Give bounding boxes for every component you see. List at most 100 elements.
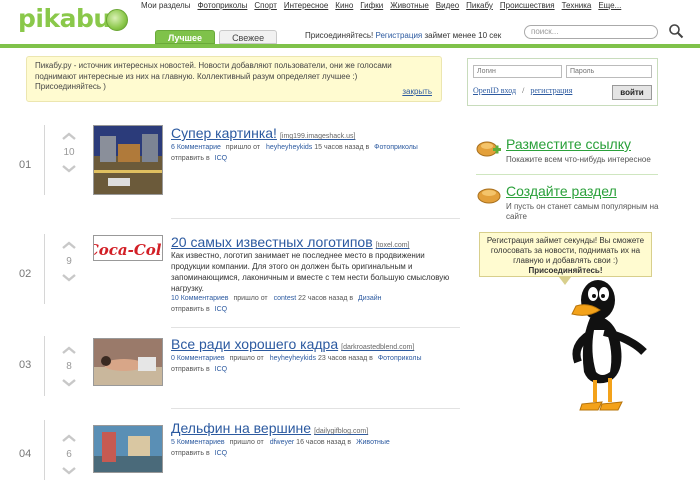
post-rank: 02 xyxy=(19,268,32,280)
login-button[interactable]: войти xyxy=(612,85,652,100)
send-label: отправить в xyxy=(171,450,210,457)
nav-gifs[interactable]: Гифки xyxy=(360,1,383,10)
send-label: отправить в xyxy=(171,366,210,373)
close-info-link[interactable]: закрыть xyxy=(402,87,432,98)
category-link[interactable]: Животные xyxy=(356,439,390,446)
vote-down-icon[interactable] xyxy=(62,274,76,282)
post-title-link[interactable]: Супер картинка! [img199.imageshack.us] xyxy=(171,125,355,141)
info-line-3: Присоединяйтесь ) xyxy=(35,82,106,91)
post-source: [img199.imageshack.us] xyxy=(279,133,356,140)
post-item: 02 9 Coca-Cola 20 самых известных логоти… xyxy=(0,234,460,328)
nav-photo-jokes[interactable]: Фотоприколы xyxy=(197,1,247,10)
send-icq-link[interactable]: ICQ xyxy=(215,450,227,457)
info-box: Пикабу.ру - источник интересных новостей… xyxy=(26,56,442,102)
post-title-link[interactable]: 20 самых известных логотипов [toxel.com] xyxy=(171,234,410,250)
vote-down-icon[interactable] xyxy=(62,467,76,475)
register-link[interactable]: Регистрация xyxy=(375,31,422,40)
login-box: OpenID вход / регистрация войти xyxy=(467,58,658,106)
create-section-subtitle: И пусть он станет самым популярным на са… xyxy=(506,202,659,221)
post-meta: 10 Комментариев пришло от contest 22 час… xyxy=(171,293,382,315)
nav-movies[interactable]: Кино xyxy=(335,1,353,10)
nav-my-sections[interactable]: Мои разделы xyxy=(141,1,190,10)
tab-fresh[interactable]: Свежее xyxy=(219,30,278,44)
nav-sport[interactable]: Спорт xyxy=(254,1,277,10)
vote-widget: 8 xyxy=(58,346,80,387)
tab-best[interactable]: Лучшее xyxy=(155,30,216,44)
post-separator xyxy=(171,327,460,328)
pikabu-logo[interactable]: pikabu xyxy=(18,4,128,34)
post-item: 03 8 Все ради хорошего кадра [darkroasted… xyxy=(0,336,460,416)
vote-up-icon[interactable] xyxy=(62,434,76,442)
vote-up-icon[interactable] xyxy=(62,132,76,140)
post-title: Дельфин на вершине xyxy=(171,420,312,436)
post-link-subtitle: Покажите всем что-нибудь интересное xyxy=(506,155,651,164)
duck-mascot-image xyxy=(571,280,647,411)
post-title: 20 самых известных логотипов xyxy=(171,234,373,250)
feed-tabs: Лучшее Свежее xyxy=(155,30,278,44)
nav-pikabu[interactable]: Пикабу xyxy=(466,1,493,10)
vote-up-icon[interactable] xyxy=(62,346,76,354)
post-rank: 03 xyxy=(19,359,32,371)
send-label: отправить в xyxy=(171,155,210,162)
sidebar-separator xyxy=(476,174,658,175)
post-title: Все ради хорошего кадра xyxy=(171,336,339,352)
post-thumbnail[interactable] xyxy=(93,338,163,386)
join-prefix: Присоединяйтесь! xyxy=(305,31,374,40)
send-icq-link[interactable]: ICQ xyxy=(215,366,227,373)
nav-animals[interactable]: Животные xyxy=(390,1,429,10)
registration-link[interactable]: регистрация xyxy=(530,86,572,95)
post-item: 04 6 Дельфин на вершине [dailygifblog.com… xyxy=(0,420,455,493)
category-link[interactable]: Дизайн xyxy=(358,295,382,302)
vote-up-icon[interactable] xyxy=(62,241,76,249)
password-field[interactable] xyxy=(566,65,652,78)
search-input[interactable]: поиск... xyxy=(524,25,658,39)
post-source: [darkroastedblend.com] xyxy=(341,344,415,351)
rank-divider xyxy=(44,125,45,195)
post-meta: 6 Комментарие пришло от heyheyheykids 15… xyxy=(171,142,418,164)
post-title-link[interactable]: Все ради хорошего кадра [darkroastedblend… xyxy=(171,336,414,352)
post-separator xyxy=(171,218,460,219)
author-link[interactable]: heyheyheykids xyxy=(270,355,316,362)
post-time: 23 часов назад в xyxy=(317,355,373,362)
nav-tech[interactable]: Техника xyxy=(562,1,592,10)
post-separator xyxy=(171,408,460,409)
login-links: OpenID вход / регистрация xyxy=(473,86,572,95)
nav-more[interactable]: Еще... xyxy=(598,1,621,10)
author-link[interactable]: dfweyer xyxy=(270,439,295,446)
author-link[interactable]: heyheyheykids xyxy=(266,144,312,151)
category-link[interactable]: Фотоприколы xyxy=(374,144,418,151)
openid-link[interactable]: OpenID вход xyxy=(473,86,516,95)
comments-link[interactable]: 6 Комментарие xyxy=(171,144,221,151)
nav-video[interactable]: Видео xyxy=(436,1,459,10)
post-meta: 5 Комментариев пришло от dfweyer 16 часо… xyxy=(171,437,390,459)
add-link-icon[interactable] xyxy=(476,138,502,158)
comments-link[interactable]: 0 Комментариев xyxy=(171,355,225,362)
comments-link[interactable]: 10 Комментариев xyxy=(171,295,229,302)
send-label: отправить в xyxy=(171,306,210,313)
post-thumbnail[interactable] xyxy=(93,125,163,195)
create-section-button[interactable]: Создайте раздел xyxy=(506,183,617,199)
author-link[interactable]: contest xyxy=(274,295,297,302)
nav-incidents[interactable]: Происшествия xyxy=(500,1,555,10)
bubble-text: Регистрация займет секунды! Вы сможете г… xyxy=(486,236,645,265)
post-title: Супер картинка! xyxy=(171,125,277,141)
post-time: 15 часов назад в xyxy=(314,144,370,151)
vote-down-icon[interactable] xyxy=(62,165,76,173)
create-section-icon[interactable] xyxy=(476,185,502,205)
post-title-link[interactable]: Дельфин на вершине [dailygifblog.com] xyxy=(171,420,368,436)
send-icq-link[interactable]: ICQ xyxy=(215,306,227,313)
post-thumbnail[interactable] xyxy=(93,425,163,473)
comments-link[interactable]: 5 Комментариев xyxy=(171,439,225,446)
send-icq-link[interactable]: ICQ xyxy=(215,155,227,162)
login-field[interactable] xyxy=(473,65,562,78)
nav-interesting[interactable]: Интересное xyxy=(284,1,328,10)
info-line-2: поднимают интересные из них на главную. … xyxy=(35,71,358,81)
post-link-button[interactable]: Разместите ссылку xyxy=(506,136,631,152)
vote-down-icon[interactable] xyxy=(62,379,76,387)
join-promo: Присоединяйтесь! Регистрация займет мене… xyxy=(305,31,501,40)
came-from-label: пришло от xyxy=(229,439,264,446)
login-links-separator: / xyxy=(522,86,525,95)
search-icon[interactable] xyxy=(668,23,684,39)
post-thumbnail[interactable]: Coca-Cola xyxy=(93,235,163,261)
category-link[interactable]: Фотоприколы xyxy=(378,355,422,362)
